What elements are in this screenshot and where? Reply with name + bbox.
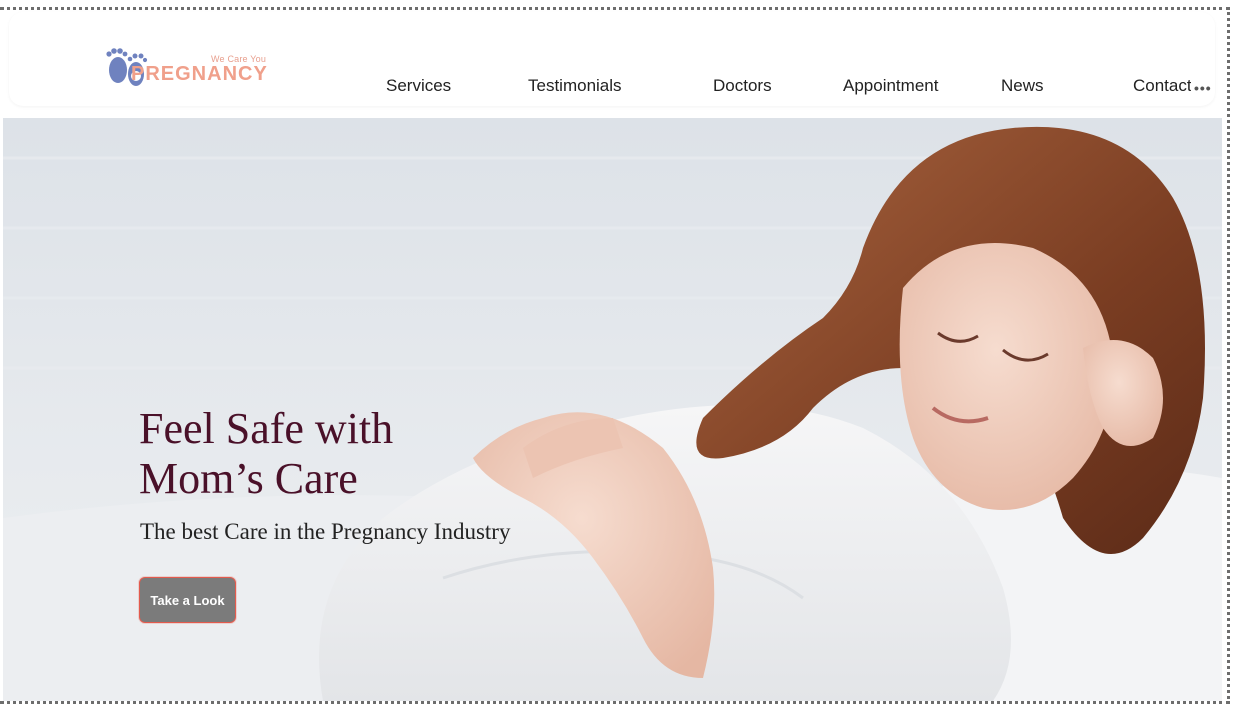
hero-title: Feel Safe with Mom’s Care (139, 404, 393, 504)
logo-wordmark: PREGNANCY (131, 63, 268, 85)
nav-appointment[interactable]: Appointment (843, 76, 938, 96)
site-logo[interactable]: We Care You PREGNANCY (103, 44, 275, 90)
hero-title-line-1: Feel Safe with (139, 404, 394, 453)
nav-doctors[interactable]: Doctors (713, 76, 772, 96)
take-a-look-button[interactable]: Take a Look (139, 577, 236, 623)
more-menu-icon[interactable]: ••• (1194, 80, 1212, 96)
hero-subtitle: The best Care in the Pregnancy Industry (140, 519, 511, 544)
nav-contact[interactable]: Contact (1133, 76, 1191, 96)
nav-services[interactable]: Services (386, 76, 451, 96)
hero-section: Feel Safe with Mom’s Care The best Care … (3, 118, 1222, 701)
hero-title-line-2: Mom’s Care (139, 454, 358, 503)
nav-news[interactable]: News (1001, 76, 1044, 96)
nav-testimonials[interactable]: Testimonials (528, 76, 622, 96)
